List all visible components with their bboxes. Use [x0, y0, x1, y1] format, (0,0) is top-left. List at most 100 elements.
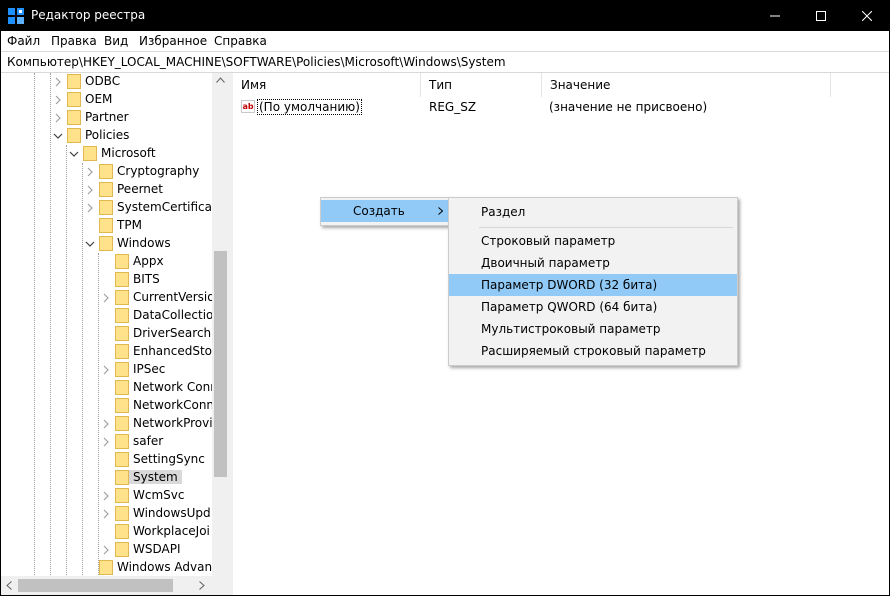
- menu-item-multi-string-value-label: Мультистроковый параметр: [481, 322, 661, 336]
- menu-favorites[interactable]: Избранное: [139, 34, 207, 48]
- menu-item-string-value[interactable]: Строковый параметр: [449, 230, 737, 252]
- chevron-right-icon[interactable]: [101, 491, 111, 501]
- chevron-right-icon[interactable]: [101, 365, 111, 375]
- chevron-right-icon[interactable]: [101, 509, 111, 519]
- chevron-right-icon[interactable]: [85, 185, 95, 195]
- menu-item-binary-value[interactable]: Двоичный параметр: [449, 252, 737, 274]
- column-header-value[interactable]: Значение: [542, 73, 830, 95]
- menu-item-expandable-string-value[interactable]: Расширяемый строковый параметр: [449, 340, 737, 362]
- tree-item[interactable]: Microsoft: [1, 145, 229, 163]
- folder-icon: [99, 200, 113, 215]
- tree-item[interactable]: SystemCertificate: [1, 199, 229, 217]
- column-header-name[interactable]: Имя: [233, 73, 420, 95]
- menu-view[interactable]: Вид: [104, 34, 128, 48]
- tree-item[interactable]: Policies: [1, 127, 229, 145]
- chevron-down-icon[interactable]: [69, 149, 79, 159]
- tree-item[interactable]: WindowsUpd: [1, 505, 229, 523]
- tree-item-label: Microsoft: [101, 146, 156, 160]
- close-button[interactable]: [844, 0, 890, 31]
- tree-item[interactable]: DriverSearchin: [1, 325, 229, 343]
- chevron-right-icon[interactable]: [85, 167, 95, 177]
- menu-item-new[interactable]: Создать: [321, 200, 449, 222]
- tree-item[interactable]: Network Conn: [1, 379, 229, 397]
- tree-item[interactable]: DataCollectio: [1, 307, 229, 325]
- tree-item[interactable]: Cryptography: [1, 163, 229, 181]
- tree-item[interactable]: safer: [1, 433, 229, 451]
- tree-item[interactable]: BITS: [1, 271, 229, 289]
- chevron-down-icon[interactable]: [53, 131, 63, 141]
- chevron-right-icon[interactable]: [85, 203, 95, 213]
- tree-item[interactable]: SettingSync: [1, 451, 229, 469]
- folder-icon: [83, 146, 97, 161]
- menu-item-key[interactable]: Раздел: [449, 201, 737, 223]
- scroll-left-icon[interactable]: [6, 581, 12, 590]
- column-header-value-label: Значение: [550, 78, 611, 92]
- menu-item-qword-value[interactable]: Параметр QWORD (64 бита): [449, 296, 737, 318]
- tree-item-label: WorkplaceJoi: [133, 524, 210, 538]
- value-type: REG_SZ: [429, 100, 477, 114]
- tree-item[interactable]: Partner: [1, 109, 229, 127]
- tree-item[interactable]: OEM: [1, 91, 229, 109]
- chevron-right-icon[interactable]: [53, 95, 63, 105]
- menu-help[interactable]: Справка: [214, 34, 267, 48]
- tree-item-label: Appx: [133, 254, 164, 268]
- folder-icon: [115, 272, 129, 287]
- tree-item[interactable]: WorkplaceJoi: [1, 523, 229, 541]
- tree-item-label: SettingSync: [133, 452, 205, 466]
- tree-item[interactable]: TPM: [1, 217, 229, 235]
- scroll-right-icon[interactable]: [199, 581, 205, 590]
- tree-item[interactable]: IPSec: [1, 361, 229, 379]
- tree-item[interactable]: EnhancedStor: [1, 343, 229, 361]
- tree-item[interactable]: Windows: [1, 235, 229, 253]
- tree-horizontal-scroll-thumb[interactable]: [18, 579, 173, 592]
- tree-item[interactable]: WcmSvc: [1, 487, 229, 505]
- table-row[interactable]: ab (По умолчанию) REG_SZ (значение не пр…: [233, 97, 833, 115]
- chevron-right-icon[interactable]: [53, 113, 63, 123]
- menu-item-expandable-string-value-label: Расширяемый строковый параметр: [481, 344, 706, 358]
- key-tree[interactable]: ODBC OEM Partner Policies Microsoft Cryptogra…: [1, 73, 229, 595]
- menu-edit[interactable]: Правка: [51, 34, 97, 48]
- chevron-right-icon[interactable]: [101, 545, 111, 555]
- tree-item[interactable]: System: [1, 469, 229, 487]
- address-path[interactable]: Компьютер\HKEY_LOCAL_MACHINE\SOFTWARE\Po…: [7, 55, 506, 69]
- tree-item[interactable]: CurrentVersio: [1, 289, 229, 307]
- chevron-right-icon[interactable]: [101, 293, 111, 303]
- folder-icon: [115, 470, 129, 485]
- folder-icon: [67, 92, 81, 107]
- tree-item[interactable]: NetworkConn: [1, 397, 229, 415]
- tree-item-label: OEM: [85, 92, 113, 106]
- column-header-type[interactable]: Тип: [421, 73, 541, 95]
- tree-item[interactable]: Windows Advanc: [1, 559, 229, 577]
- folder-icon: [115, 524, 129, 539]
- folder-icon: [67, 74, 81, 89]
- tree-item[interactable]: Appx: [1, 253, 229, 271]
- column-separator[interactable]: [830, 73, 831, 97]
- scroll-up-icon[interactable]: [216, 77, 225, 83]
- tree-item-label: NetworkConn: [133, 398, 215, 412]
- menu-item-dword-value[interactable]: Параметр DWORD (32 бита): [449, 274, 737, 296]
- registry-editor-icon: [8, 8, 24, 24]
- chevron-right-icon: [438, 207, 443, 215]
- maximize-button[interactable]: [798, 0, 844, 31]
- tree-item-label: Windows: [117, 236, 171, 250]
- tree-item-label: TPM: [117, 218, 142, 232]
- chevron-down-icon[interactable]: [85, 239, 95, 249]
- chevron-right-icon[interactable]: [101, 437, 111, 447]
- tree-vertical-scroll-thumb[interactable]: [214, 251, 227, 477]
- tree-item[interactable]: WSDAPI: [1, 541, 229, 559]
- tree-horizontal-scrollbar[interactable]: [1, 576, 229, 595]
- tree-item[interactable]: Peernet: [1, 181, 229, 199]
- chevron-right-icon[interactable]: [101, 419, 111, 429]
- tree-vertical-scrollbar[interactable]: [212, 73, 229, 576]
- tree-item[interactable]: NetworkProvi: [1, 415, 229, 433]
- folder-icon: [115, 416, 129, 431]
- chevron-right-icon[interactable]: [53, 77, 63, 87]
- menu-file[interactable]: Файл: [7, 34, 40, 48]
- value-name[interactable]: (По умолчанию): [257, 99, 362, 115]
- tree-item-label: ODBC: [85, 74, 121, 88]
- minimize-button[interactable]: [752, 0, 798, 31]
- menu-item-multi-string-value[interactable]: Мультистроковый параметр: [449, 318, 737, 340]
- address-bar[interactable]: Компьютер\HKEY_LOCAL_MACHINE\SOFTWARE\Po…: [1, 51, 889, 73]
- tree-item[interactable]: ODBC: [1, 73, 229, 91]
- new-submenu: Раздел Строковый параметр Двоичный парам…: [448, 197, 738, 366]
